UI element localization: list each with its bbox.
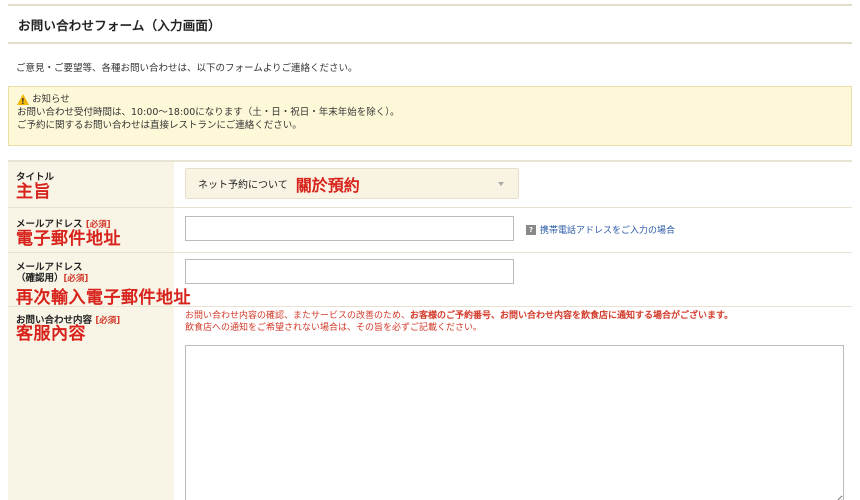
row-divider xyxy=(8,207,852,208)
warning-icon xyxy=(17,94,29,108)
email-confirm-label-overlay: 再次輸入電子郵件地址 xyxy=(16,288,191,308)
help-icon: ? xyxy=(526,224,536,235)
title-select-value: ネット予約について xyxy=(198,180,288,191)
page-title: お問い合わせフォーム（入力画面） xyxy=(18,17,221,33)
title-select-overlay: 關於預約 xyxy=(295,175,360,195)
required-badge: [必須] xyxy=(95,316,121,326)
notice-title: お知らせ xyxy=(32,94,70,105)
inquiry-note: お問い合わせ内容の確認、またサービスの改善のため、お客様のご予約番号、お問い合わ… xyxy=(185,311,734,333)
title-select[interactable]: ネット予約について 關於預約 xyxy=(185,168,519,199)
notice-line-2: ご予約に関するお問い合わせは直接レストランにご連絡ください。 xyxy=(17,120,302,131)
chevron-down-icon xyxy=(498,182,504,186)
inquiry-label-overlay: 客服內容 xyxy=(16,324,86,344)
notice-box: お知らせ お問い合わせ受付時間は、10:00〜18:00になります（土・日・祝日… xyxy=(8,86,852,146)
required-badge: [必須] xyxy=(63,274,89,284)
email-input[interactable] xyxy=(185,216,514,241)
email-confirm-input[interactable] xyxy=(185,259,514,284)
title-label-overlay: 主旨 xyxy=(16,182,51,202)
inquiry-textarea[interactable] xyxy=(185,345,844,500)
email-confirm-label: メールアドレス （確認用）[必須] xyxy=(16,262,89,284)
mobile-email-help[interactable]: ? 携帯電話アドレスをご入力の場合 xyxy=(526,223,675,236)
row-divider xyxy=(8,252,852,253)
notice-header: お知らせ xyxy=(17,93,843,108)
intro-text: ご意見・ご要望等、各種お問い合わせは、以下のフォームよりご連絡ください。 xyxy=(16,63,358,74)
mobile-email-help-link[interactable]: 携帯電話アドレスをご入力の場合 xyxy=(540,223,675,236)
notice-line-1: お問い合わせ受付時間は、10:00〜18:00になります（土・日・祝日・年末年始… xyxy=(17,107,400,118)
email-label-overlay: 電子郵件地址 xyxy=(16,229,121,249)
page-header: お問い合わせフォーム（入力画面） xyxy=(8,4,852,44)
